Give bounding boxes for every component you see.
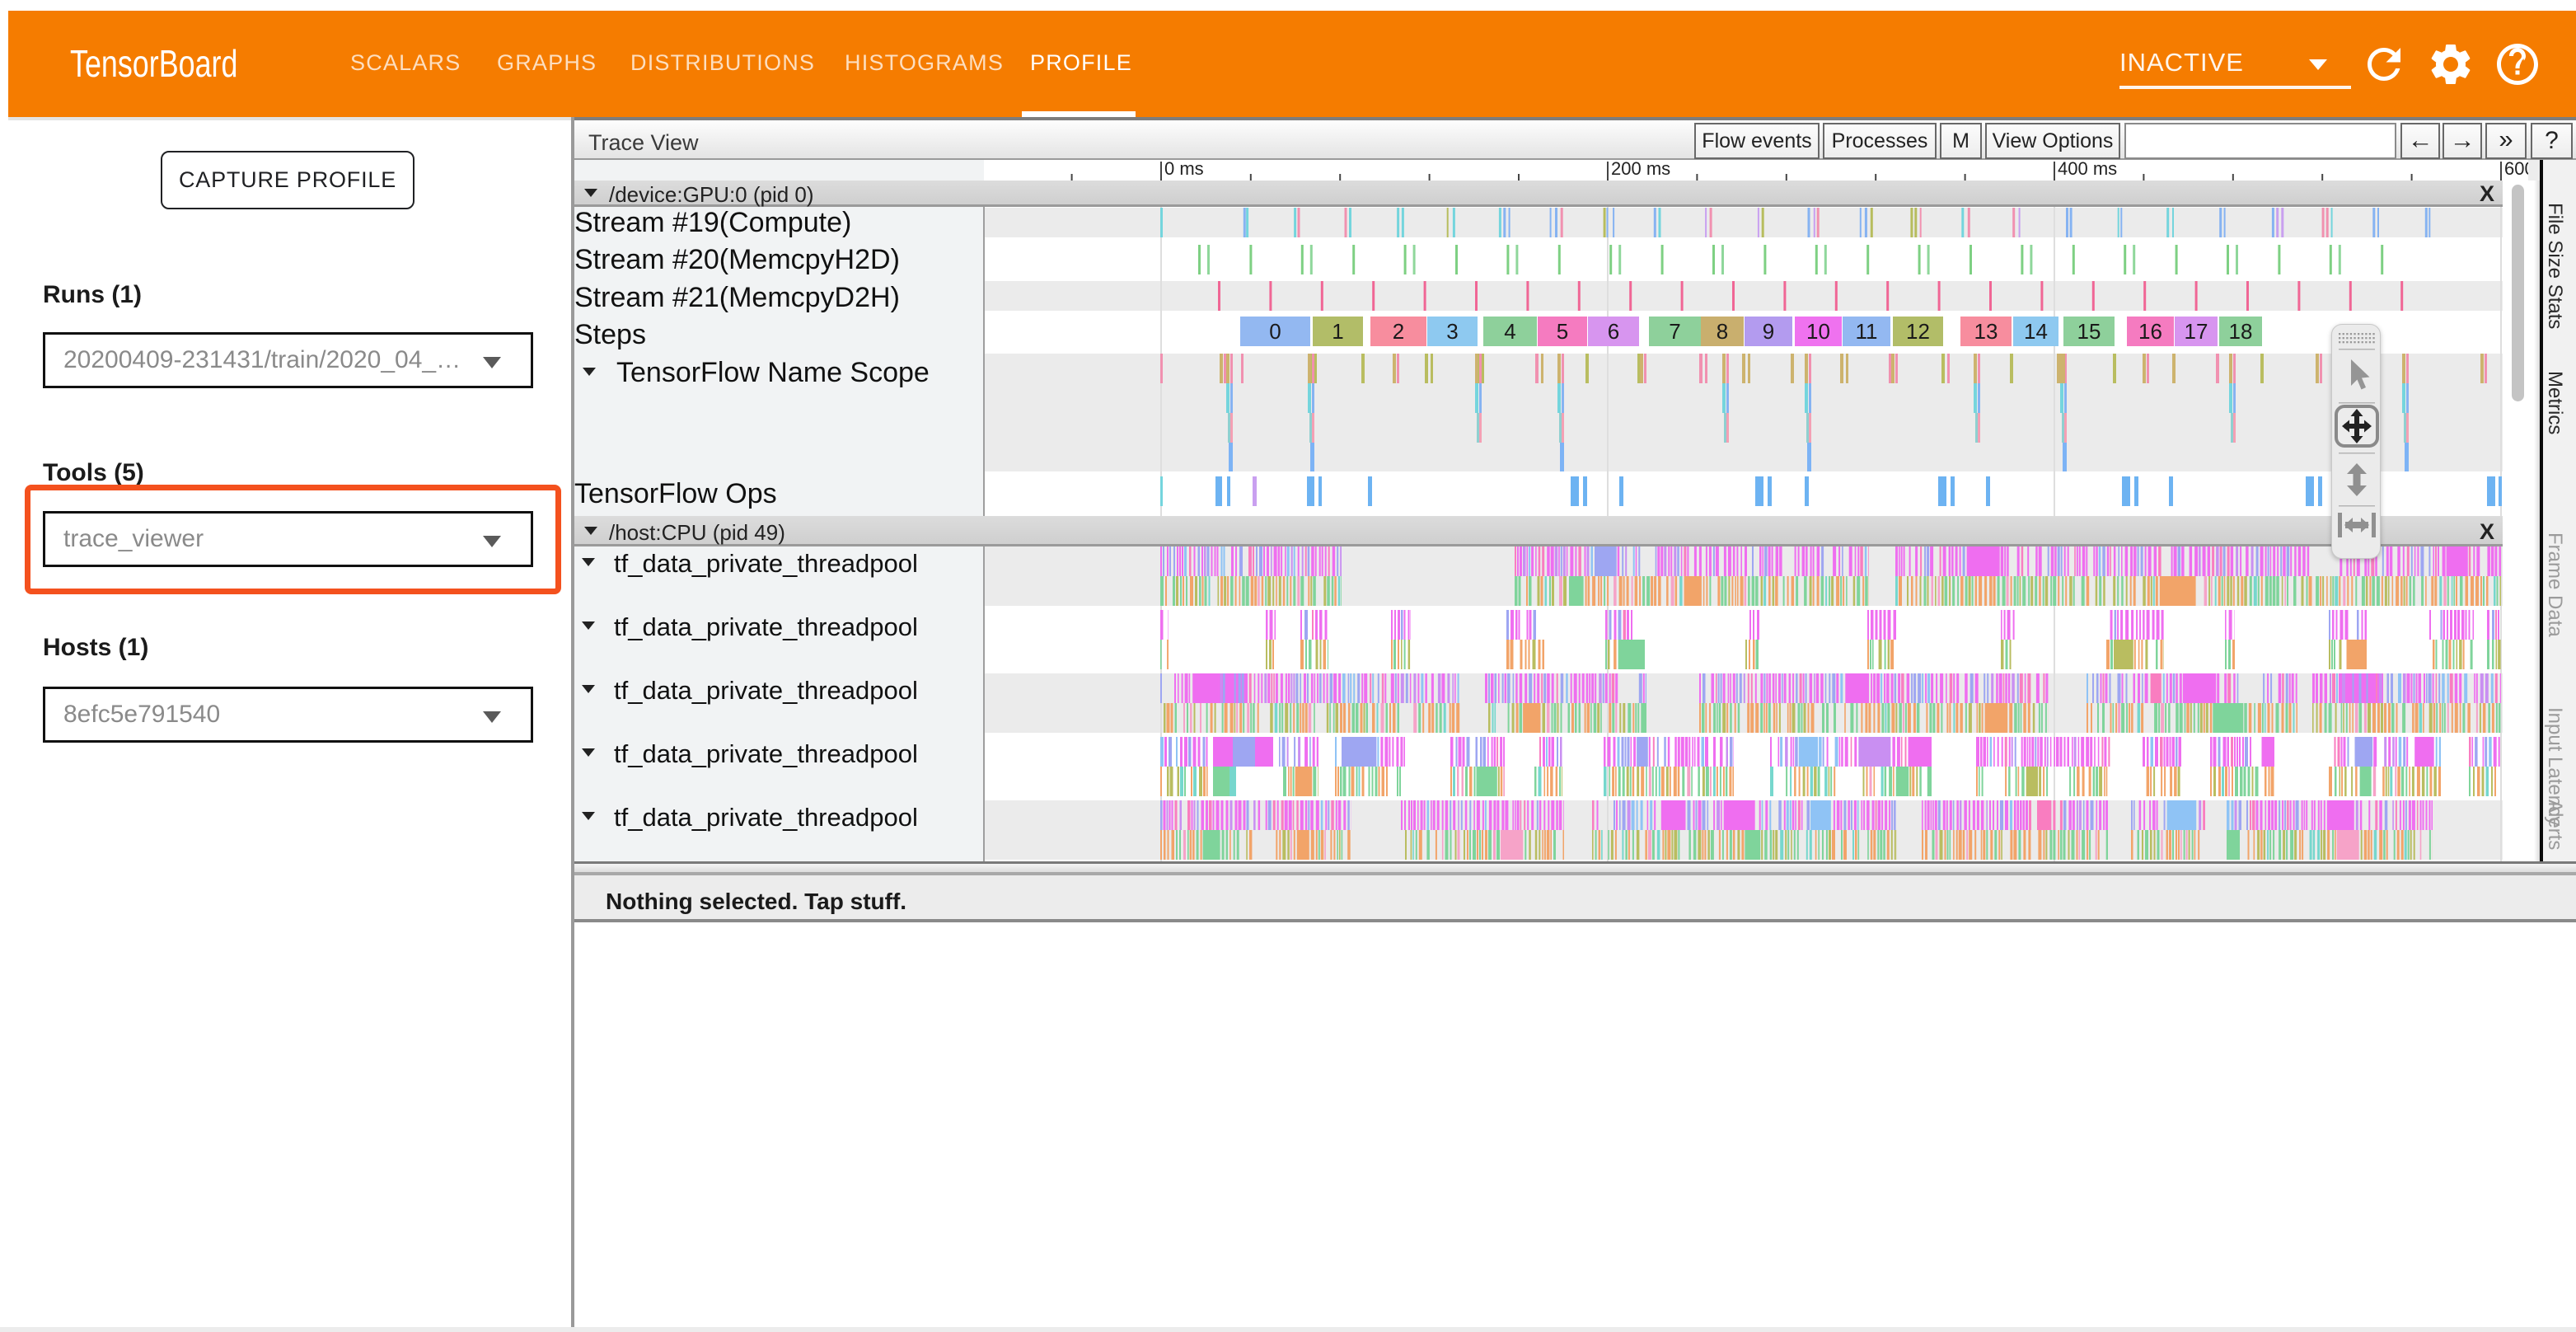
svg-text:2: 2 xyxy=(1393,319,1404,344)
svg-text:8: 8 xyxy=(1717,319,1728,344)
svg-text:16: 16 xyxy=(2138,319,2162,344)
svg-text:4: 4 xyxy=(1504,319,1515,344)
svg-text:6: 6 xyxy=(1608,319,1619,344)
svg-text:200 ms: 200 ms xyxy=(1611,160,1670,179)
svg-text:0 ms: 0 ms xyxy=(1164,160,1204,179)
svg-text:10: 10 xyxy=(1806,319,1830,344)
svg-text:18: 18 xyxy=(2229,319,2253,344)
svg-text:9: 9 xyxy=(1763,319,1774,344)
svg-text:12: 12 xyxy=(1906,319,1930,344)
svg-text:1: 1 xyxy=(1332,319,1343,344)
svg-text:3: 3 xyxy=(1446,319,1458,344)
svg-text:13: 13 xyxy=(1974,319,1998,344)
svg-text:15: 15 xyxy=(2077,319,2101,344)
svg-text:11: 11 xyxy=(1856,319,1878,344)
svg-text:14: 14 xyxy=(2024,319,2048,344)
svg-text:17: 17 xyxy=(2185,319,2208,344)
svg-text:400 ms: 400 ms xyxy=(2058,160,2117,179)
svg-text:7: 7 xyxy=(1669,319,1680,344)
svg-text:5: 5 xyxy=(1557,319,1568,344)
svg-text:0: 0 xyxy=(1269,319,1281,344)
